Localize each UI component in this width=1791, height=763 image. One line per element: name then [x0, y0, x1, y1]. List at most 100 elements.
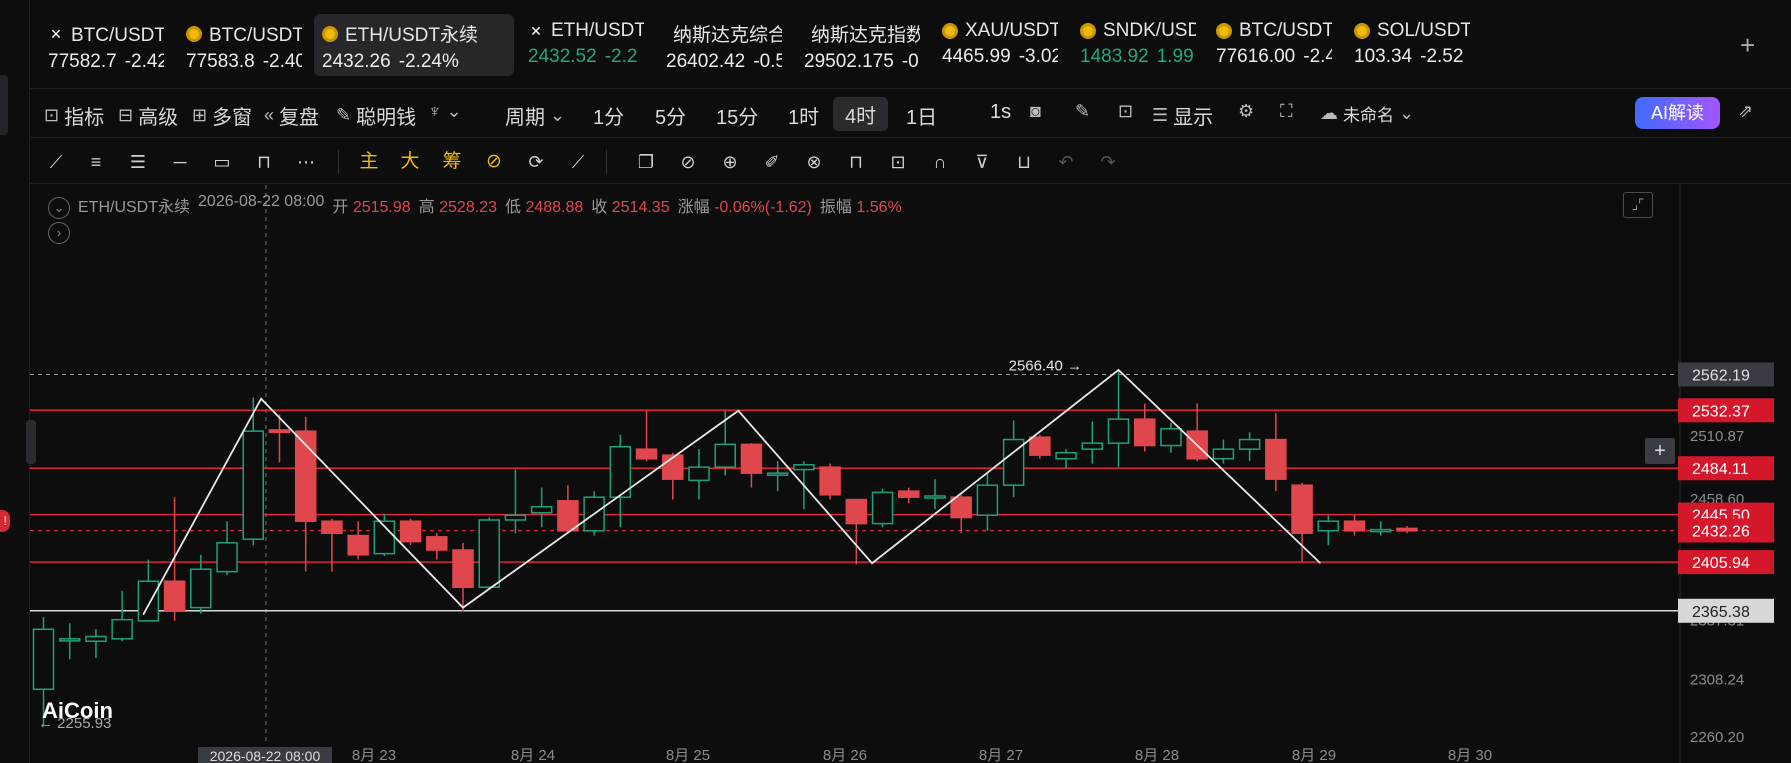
trash-icon[interactable]: ⊔ [1010, 148, 1038, 176]
pen-button[interactable]: ✎ [1075, 101, 1090, 122]
candle-body[interactable] [216, 542, 238, 573]
sync-icon[interactable]: ⟳ [522, 148, 550, 176]
candle-body[interactable] [452, 549, 474, 588]
candle-body[interactable] [1317, 520, 1340, 532]
alert-badge[interactable]: ! [0, 510, 10, 532]
candle-body[interactable] [662, 454, 684, 480]
candle-body[interactable] [137, 580, 160, 622]
eraser-icon[interactable]: ✐ [758, 148, 786, 176]
rectangle-tool-icon[interactable]: ▭ [208, 148, 236, 176]
candle-body[interactable] [950, 496, 972, 519]
candle-body[interactable] [32, 628, 55, 691]
candle-body[interactable] [1029, 436, 1051, 456]
candle-body[interactable] [871, 491, 894, 525]
ticker-tab[interactable]: SOL/USDT: 103.34 -2.52 [1346, 14, 1478, 76]
candle-body[interactable] [58, 638, 81, 642]
ticker-tab[interactable]: BTC/USDT永 77583.8 -2.40 [178, 14, 310, 76]
expand-legend-icon[interactable]: › [48, 222, 70, 244]
ticker-tab[interactable]: BTC/USDT 77616.00 -2.4 [1208, 14, 1340, 76]
indicators-button[interactable]: ⊡ 指标 [44, 101, 104, 130]
candle-body[interactable] [478, 519, 500, 588]
candle-body[interactable] [1212, 448, 1235, 460]
smart-money-button[interactable]: ✎ 聪明钱 [336, 101, 416, 130]
more-tools-icon[interactable]: ⋯ [292, 148, 320, 176]
camera-button[interactable]: ◙ [1030, 101, 1041, 122]
add-window-button[interactable]: ⊡ [1118, 101, 1133, 122]
main-indicator-toggle[interactable]: 主 [355, 148, 383, 176]
candle-body[interactable] [399, 520, 422, 543]
candle-body[interactable] [845, 498, 868, 525]
ticker-tab[interactable]: ETH/USDT永续 2432.26 -2.24% [314, 14, 514, 76]
candle-body[interactable] [766, 472, 789, 476]
copy-icon[interactable]: ❐ [632, 148, 660, 176]
brush-icon[interactable]: ⟋ [564, 148, 592, 176]
ticker-tab[interactable]: ✕ ETH/USDT: 2432.52 -2.2 [520, 14, 652, 76]
fullscreen-button[interactable]: ⛶ [1280, 101, 1293, 122]
replay-button[interactable]: «复盘 [264, 101, 319, 130]
candle-body[interactable] [1160, 428, 1182, 447]
candle-body[interactable] [1343, 520, 1366, 532]
display-button[interactable]: ☰ 显示 [1152, 101, 1213, 130]
add-tab-button[interactable]: + [1740, 30, 1755, 61]
interval-1s[interactable]: 1s [990, 101, 1011, 124]
candle-body[interactable] [688, 466, 710, 482]
add-alert-plus-button[interactable]: + [1645, 438, 1675, 464]
candle-body[interactable] [1291, 484, 1313, 534]
interval-4h[interactable]: 4时 [833, 97, 889, 131]
advanced-button[interactable]: ⊟ 高级 [118, 101, 178, 130]
ticker-tab[interactable]: SNDK/USD 1483.92 1.99 [1072, 14, 1204, 76]
multi-window-button[interactable]: ⊞ 多窗 [192, 101, 252, 130]
period-dropdown[interactable]: 周期 ⌄ [505, 101, 565, 130]
interval-15m[interactable]: 15分 [716, 101, 758, 130]
candle-body[interactable] [1133, 418, 1156, 447]
ruler-icon[interactable]: ⊘ [674, 148, 702, 176]
candle-body[interactable] [111, 618, 133, 640]
interval-1d[interactable]: 1日 [906, 101, 937, 130]
candle-body[interactable] [714, 443, 736, 468]
candle-body[interactable] [557, 500, 579, 532]
trendline-tool-icon[interactable]: ⟋ [42, 148, 70, 176]
candle-body[interactable] [976, 484, 999, 516]
candle-body[interactable] [635, 448, 658, 460]
candle-body[interactable] [1265, 438, 1287, 480]
candle-body[interactable] [819, 466, 841, 496]
candle-body[interactable] [740, 443, 763, 474]
candle-body[interactable] [85, 635, 107, 643]
edit-list-icon[interactable]: ⊡ [884, 148, 912, 176]
candle-body[interactable] [321, 520, 343, 534]
candle-body[interactable] [1369, 528, 1392, 533]
interval-5m[interactable]: 5分 [655, 101, 686, 130]
hlines-tool-icon[interactable]: ☰ [124, 148, 152, 176]
ticker-tab[interactable]: 纳斯达克指数… 29502.175 -0 [796, 14, 928, 76]
candle-body[interactable] [1396, 527, 1418, 532]
layout-dropdown[interactable]: ☁ 未命名 ⌄ [1320, 101, 1414, 126]
lock-icon[interactable]: ⊓ [842, 148, 870, 176]
candle-body[interactable] [924, 495, 946, 499]
candle-body[interactable] [1107, 418, 1130, 444]
chips-toggle[interactable]: 筹 [438, 148, 466, 176]
collapse-legend-icon[interactable]: ⌄ [48, 197, 70, 219]
ticker-tab[interactable]: ✕ BTC/USDT永 77582.7 -2.42 [40, 14, 172, 76]
hide-drawings-icon[interactable]: ⊗ [800, 148, 828, 176]
parallel-lines-tool-icon[interactable]: ≡ [82, 148, 110, 176]
candle-body[interactable] [898, 490, 920, 498]
candle-body[interactable] [242, 430, 265, 540]
auto-chart-icon[interactable]: ⊘ [480, 148, 508, 176]
horizontal-line-tool-icon[interactable]: ─ [166, 148, 194, 176]
candle-body[interactable] [190, 568, 212, 609]
chart-type-dropdown[interactable]: ♆ ⌄ [428, 101, 462, 122]
big-order-toggle[interactable]: 大 [396, 148, 424, 176]
price-chart[interactable]: 2510.872458.602357.312308.242260.208月 23… [30, 185, 1791, 763]
candle-body[interactable] [347, 534, 369, 556]
settings-button[interactable]: ⚙ [1238, 101, 1254, 122]
undo-icon[interactable]: ↶ [1052, 148, 1080, 176]
share-button[interactable]: ⇗ [1738, 101, 1753, 122]
ticker-tab[interactable]: XAU/USDT 4465.99 -3.02 [934, 14, 1066, 76]
candle-body[interactable] [504, 514, 527, 521]
measure-tool-icon[interactable]: ⊓ [250, 148, 278, 176]
expand-chart-icon[interactable]: ⌟⌜ [1623, 192, 1653, 218]
magnet-icon[interactable]: ∩ [926, 148, 954, 176]
filter-icon[interactable]: ⊽ [968, 148, 996, 176]
candle-body[interactable] [793, 464, 815, 471]
candle-body[interactable] [1081, 442, 1104, 450]
